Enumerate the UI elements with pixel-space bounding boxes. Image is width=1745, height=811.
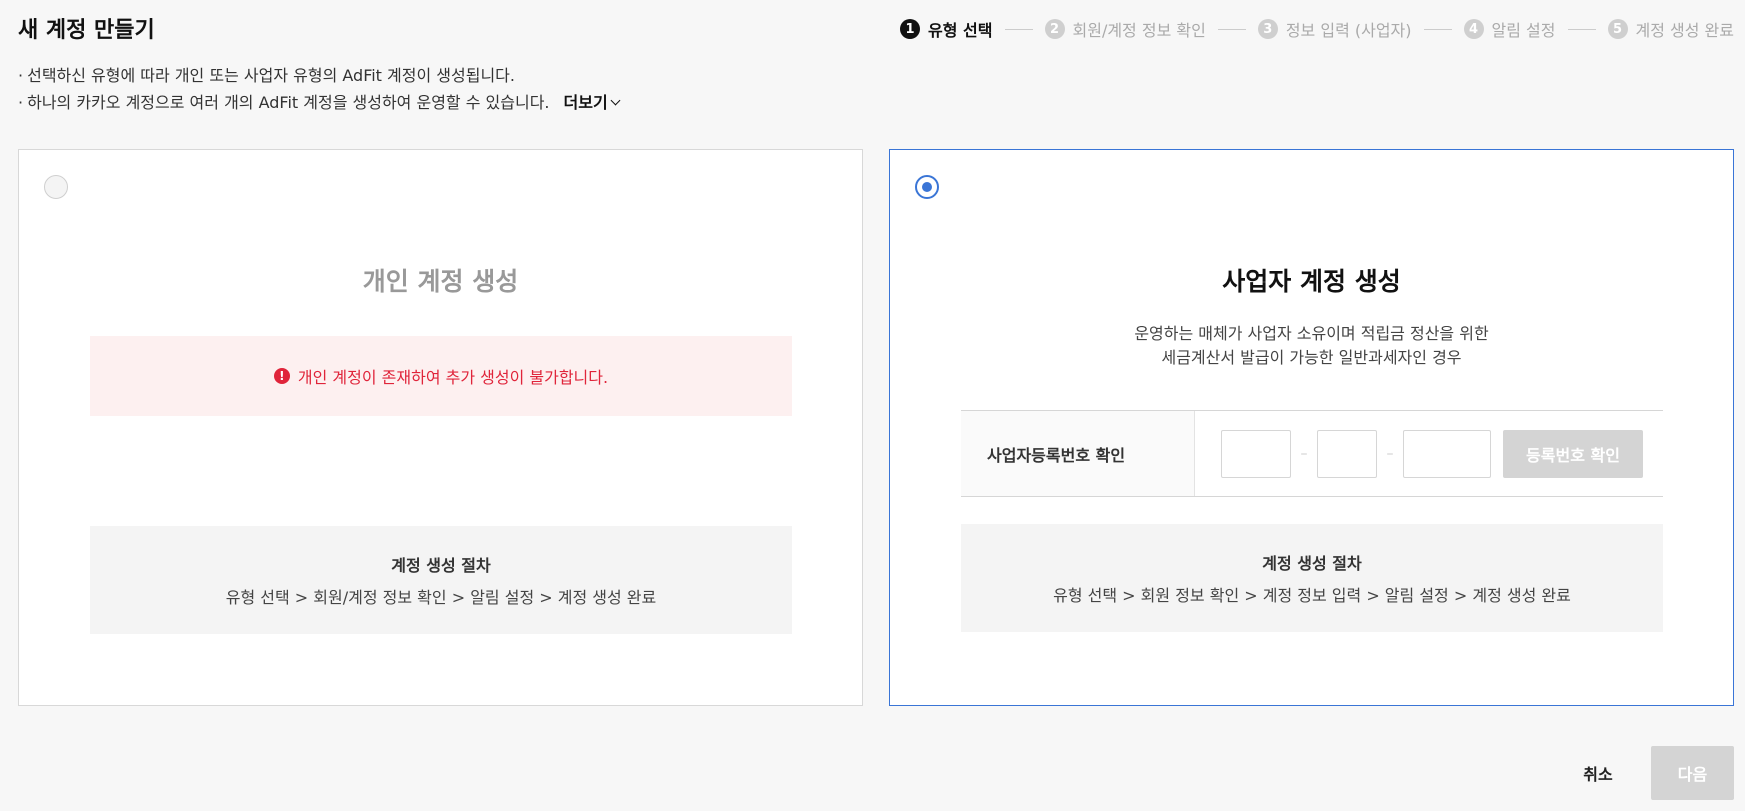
next-button[interactable]: 다음	[1651, 746, 1734, 800]
step-number: 2	[1044, 19, 1065, 39]
step-label: 계정 생성 완료	[1635, 21, 1735, 40]
page-title: 새 계정 만들기	[18, 18, 155, 43]
registration-row: 사업자등록번호 확인 – – 등록번호 확인	[961, 410, 1663, 497]
step-divider	[1004, 28, 1033, 30]
registration-label: 사업자등록번호 확인	[961, 411, 1195, 496]
step-divider	[1567, 28, 1596, 30]
step-label: 알림 설정	[1491, 21, 1556, 40]
bullet: ·	[18, 66, 24, 85]
bullet: ·	[18, 93, 24, 112]
stepper: 1 유형 선택 2 회원/계정 정보 확인 3 정보 입력 (사업자) 4 알림…	[900, 17, 1734, 41]
description-text: 하나의 카카오 계정으로 여러 개의 AdFit 계정을 생성하여 운영할 수 …	[27, 93, 550, 112]
description-line: · 선택하신 유형에 따라 개인 또는 사업자 유형의 AdFit 계정이 생성…	[18, 62, 619, 89]
business-description-line: 세금계산서 발급이 가능한 일반과세자인 경우	[1161, 348, 1462, 367]
chevron-down-icon	[610, 95, 621, 106]
error-icon: !	[273, 368, 290, 384]
step-divider	[1217, 28, 1246, 30]
step-3: 3 정보 입력 (사업자)	[1257, 17, 1412, 41]
business-description: 운영하는 매체가 사업자 소유이며 적립금 정산을 위한 세금계산서 발급이 가…	[890, 322, 1733, 370]
step-2: 2 회원/계정 정보 확인	[1044, 17, 1206, 41]
step-5: 5 계정 생성 완료	[1607, 17, 1735, 41]
process-box: 계정 생성 절차 유형 선택 > 회원/계정 정보 확인 > 알림 설정 > 계…	[90, 526, 792, 634]
verify-reg-number-button[interactable]: 등록번호 확인	[1503, 429, 1643, 478]
process-title: 계정 생성 절차	[1262, 554, 1362, 573]
business-account-card[interactable]: 사업자 계정 생성 운영하는 매체가 사업자 소유이며 적립금 정산을 위한 세…	[889, 149, 1734, 706]
personal-account-card[interactable]: 개인 계정 생성 ! 개인 계정이 존재하여 추가 생성이 불가합니다. 계정 …	[18, 149, 863, 706]
cancel-button[interactable]: 취소	[1565, 746, 1631, 800]
step-number: 3	[1257, 19, 1278, 39]
description-line: · 하나의 카카오 계정으로 여러 개의 AdFit 계정을 생성하여 운영할 …	[18, 89, 621, 116]
step-4: 4 알림 설정	[1463, 17, 1556, 41]
process-title: 계정 생성 절차	[391, 556, 491, 575]
more-button[interactable]: 더보기	[563, 89, 621, 116]
business-radio[interactable]	[915, 175, 939, 199]
step-label: 정보 입력 (사업자)	[1285, 21, 1412, 40]
step-1: 1 유형 선택	[900, 17, 993, 41]
reg-number-part3-input[interactable]	[1403, 429, 1491, 478]
personal-card-title: 개인 계정 생성	[362, 267, 519, 296]
reg-number-part1-input[interactable]	[1221, 429, 1291, 478]
step-label: 회원/계정 정보 확인	[1072, 21, 1206, 40]
warning-text: 개인 계정이 존재하여 추가 생성이 불가합니다.	[297, 368, 609, 387]
step-divider	[1423, 28, 1452, 30]
step-number: 4	[1463, 19, 1484, 39]
step-label: 유형 선택	[928, 21, 993, 40]
description-text: 선택하신 유형에 따라 개인 또는 사업자 유형의 AdFit 계정이 생성됩니…	[27, 66, 515, 85]
registration-fields: – – 등록번호 확인	[1195, 411, 1643, 496]
process-box: 계정 생성 절차 유형 선택 > 회원 정보 확인 > 계정 정보 입력 > 알…	[961, 524, 1663, 632]
step-number: 1	[900, 19, 921, 39]
business-description-line: 운영하는 매체가 사업자 소유이며 적립금 정산을 위한	[1134, 324, 1489, 343]
more-label: 더보기	[563, 93, 608, 112]
warning-box: ! 개인 계정이 존재하여 추가 생성이 불가합니다.	[90, 336, 792, 416]
description: · 선택하신 유형에 따라 개인 또는 사업자 유형의 AdFit 계정이 생성…	[18, 62, 621, 116]
step-number: 5	[1607, 19, 1628, 39]
business-card-title: 사업자 계정 생성	[1222, 267, 1401, 296]
dash: –	[1300, 445, 1308, 462]
dash: –	[1386, 445, 1394, 462]
process-steps: 유형 선택 > 회원/계정 정보 확인 > 알림 설정 > 계정 생성 완료	[225, 588, 657, 607]
reg-number-part2-input[interactable]	[1317, 429, 1377, 478]
process-steps: 유형 선택 > 회원 정보 확인 > 계정 정보 입력 > 알림 설정 > 계정…	[1053, 586, 1571, 605]
personal-radio[interactable]	[44, 175, 68, 199]
